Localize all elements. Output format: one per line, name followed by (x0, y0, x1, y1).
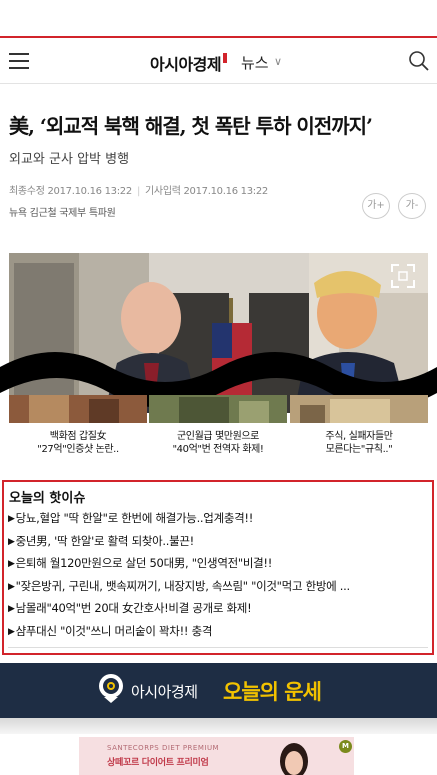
ad-headline: 상떼꼬르 다이어트 프리미엄 (107, 758, 209, 768)
chevron-down-icon[interactable]: ∨ (274, 55, 282, 68)
search-icon[interactable] (408, 50, 430, 72)
font-size-down-button[interactable]: 가- (398, 193, 426, 219)
article-subtitle: 외교와 군사 압박 병행 (9, 152, 130, 167)
related-articles: 백화점 갑질女 "27억"인증샷 논란.. 군인월급 몇만원으로 "40억"번 … (0, 395, 437, 465)
section-selector[interactable]: 뉴스 (241, 52, 269, 73)
meta-divider: | (136, 186, 141, 197)
site-logo[interactable]: 아시아경제 (150, 51, 228, 75)
triangle-bullet-icon: ▶ (8, 536, 15, 547)
hot-issue-text: 중년男, '딱 한알'로 활력 되찾아..불끈! (15, 533, 195, 548)
hot-issue-text: 당뇨,혈압 "딱 한알"로 한번에 해결가능..업계충격!! (15, 511, 254, 525)
article-dates: 최종수정 2017.10.16 13:22 | 기사입력 2017.10.16 13… (9, 182, 268, 197)
hot-issue-text: 샴푸대신 "이것"쓰니 머리숱이 꽉차!! 충격 (15, 623, 213, 638)
related-caption-line1: 백화점 갑질女 (49, 431, 107, 442)
related-caption-line2: "40억"번 전역자 화제! (172, 444, 264, 455)
ad-badge-icon: M (339, 740, 352, 753)
hot-issues-title: 오늘의 핫이슈 (9, 491, 86, 506)
related-caption-line1: 주식, 실패자들만 (325, 431, 393, 442)
related-thumbnail (9, 395, 147, 423)
related-caption: 군인월급 몇만원으로 "40억"번 전역자 화제! (149, 430, 287, 456)
related-caption-line1: 군인월급 몇만원으로 (177, 431, 259, 442)
related-thumbnail (149, 395, 287, 423)
updated-date: 최종수정 2017.10.16 13:22 (9, 186, 132, 197)
logo-text: 아시아경제 (150, 55, 222, 74)
related-article-item[interactable]: 주식, 실패자들만 모른다는"규칙.." (290, 395, 428, 465)
related-caption-line2: 모른다는"규칙.." (325, 444, 393, 455)
hot-issue-link[interactable]: ▶은퇴해 월120만원으로 살던 50대男, "인생역전"비결!! (8, 555, 432, 578)
hot-issue-link[interactable]: ▶남몰래"40억"번 20대 女간호사!비결 공개로 화제! (8, 600, 432, 623)
banner-shadow (0, 718, 437, 734)
ad-model-image (280, 743, 308, 775)
hot-issue-link[interactable]: ▶당뇨,혈압 "딱 한알"로 한번에 해결가능..업계충격!! (8, 510, 432, 533)
related-caption: 주식, 실패자들만 모른다는"규칙.." (290, 430, 428, 456)
diet-ad[interactable]: SANTECORPS DIET PREMIUM 상떼꼬르 다이어트 프리미엄 M (79, 737, 354, 775)
site-header: 아시아경제 뉴스 ∨ (0, 38, 437, 84)
related-thumbnail (290, 395, 428, 423)
hamburger-menu-icon[interactable] (9, 53, 29, 69)
logo-mark-icon (223, 53, 228, 63)
published-date: 기사입력 2017.10.16 13:22 (145, 186, 268, 197)
banner-fortune-text: 오늘의 운세 (223, 680, 322, 704)
triangle-bullet-icon: ▶ (8, 581, 15, 592)
eye-icon (99, 674, 123, 703)
ad-brand-text: SANTECORPS DIET PREMIUM (107, 744, 220, 752)
banner-brand-text: 아시아경제 (131, 683, 198, 701)
expand-icon[interactable] (390, 263, 416, 289)
hot-issue-text: 은퇴해 월120만원으로 살던 50대男, "인생역전"비결!! (15, 556, 273, 570)
reporter-byline: 뉴욕 김근철 국제부 특파원 (9, 208, 116, 219)
hot-issue-text: 남몰래"40억"번 20대 女간호사!비결 공개로 화제! (15, 601, 252, 615)
hot-issue-text: "잦은방귀, 구린내, 뱃속찌꺼기, 내장지방, 속쓰림" "이것"먹고 한방에… (15, 578, 351, 593)
triangle-bullet-icon: ▶ (8, 626, 15, 637)
hot-issues-divider (8, 647, 428, 648)
fortune-banner[interactable]: 아시아경제 오늘의 운세 (0, 663, 437, 718)
article-title: 美, ‘외교적 북핵 해결, 첫 폭탄 투하 이전까지’ (9, 114, 373, 138)
hot-issue-link[interactable]: ▶"잦은방귀, 구린내, 뱃속찌꺼기, 내장지방, 속쓰림" "이것"먹고 한방… (8, 578, 432, 601)
hot-issues-list: ▶당뇨,혈압 "딱 한알"로 한번에 해결가능..업계충격!! ▶중년男, '딱… (8, 510, 432, 645)
related-caption-line2: "27억"인증샷 논란.. (37, 444, 119, 455)
triangle-bullet-icon: ▶ (8, 604, 15, 614)
hot-issue-link[interactable]: ▶중년男, '딱 한알'로 활력 되찾아..불끈! (8, 533, 432, 556)
related-article-item[interactable]: 군인월급 몇만원으로 "40억"번 전역자 화제! (149, 395, 287, 465)
triangle-bullet-icon: ▶ (8, 514, 15, 524)
hot-issue-link[interactable]: ▶샴푸대신 "이것"쓰니 머리숱이 꽉차!! 충격 (8, 623, 432, 646)
related-caption: 백화점 갑질女 "27억"인증샷 논란.. (9, 430, 147, 456)
triangle-bullet-icon: ▶ (8, 559, 15, 569)
font-size-up-button[interactable]: 가+ (362, 193, 390, 219)
hot-issues-box: 오늘의 핫이슈 ▶당뇨,혈압 "딱 한알"로 한번에 해결가능..업계충격!! … (2, 480, 434, 655)
related-article-item[interactable]: 백화점 갑질女 "27억"인증샷 논란.. (9, 395, 147, 465)
